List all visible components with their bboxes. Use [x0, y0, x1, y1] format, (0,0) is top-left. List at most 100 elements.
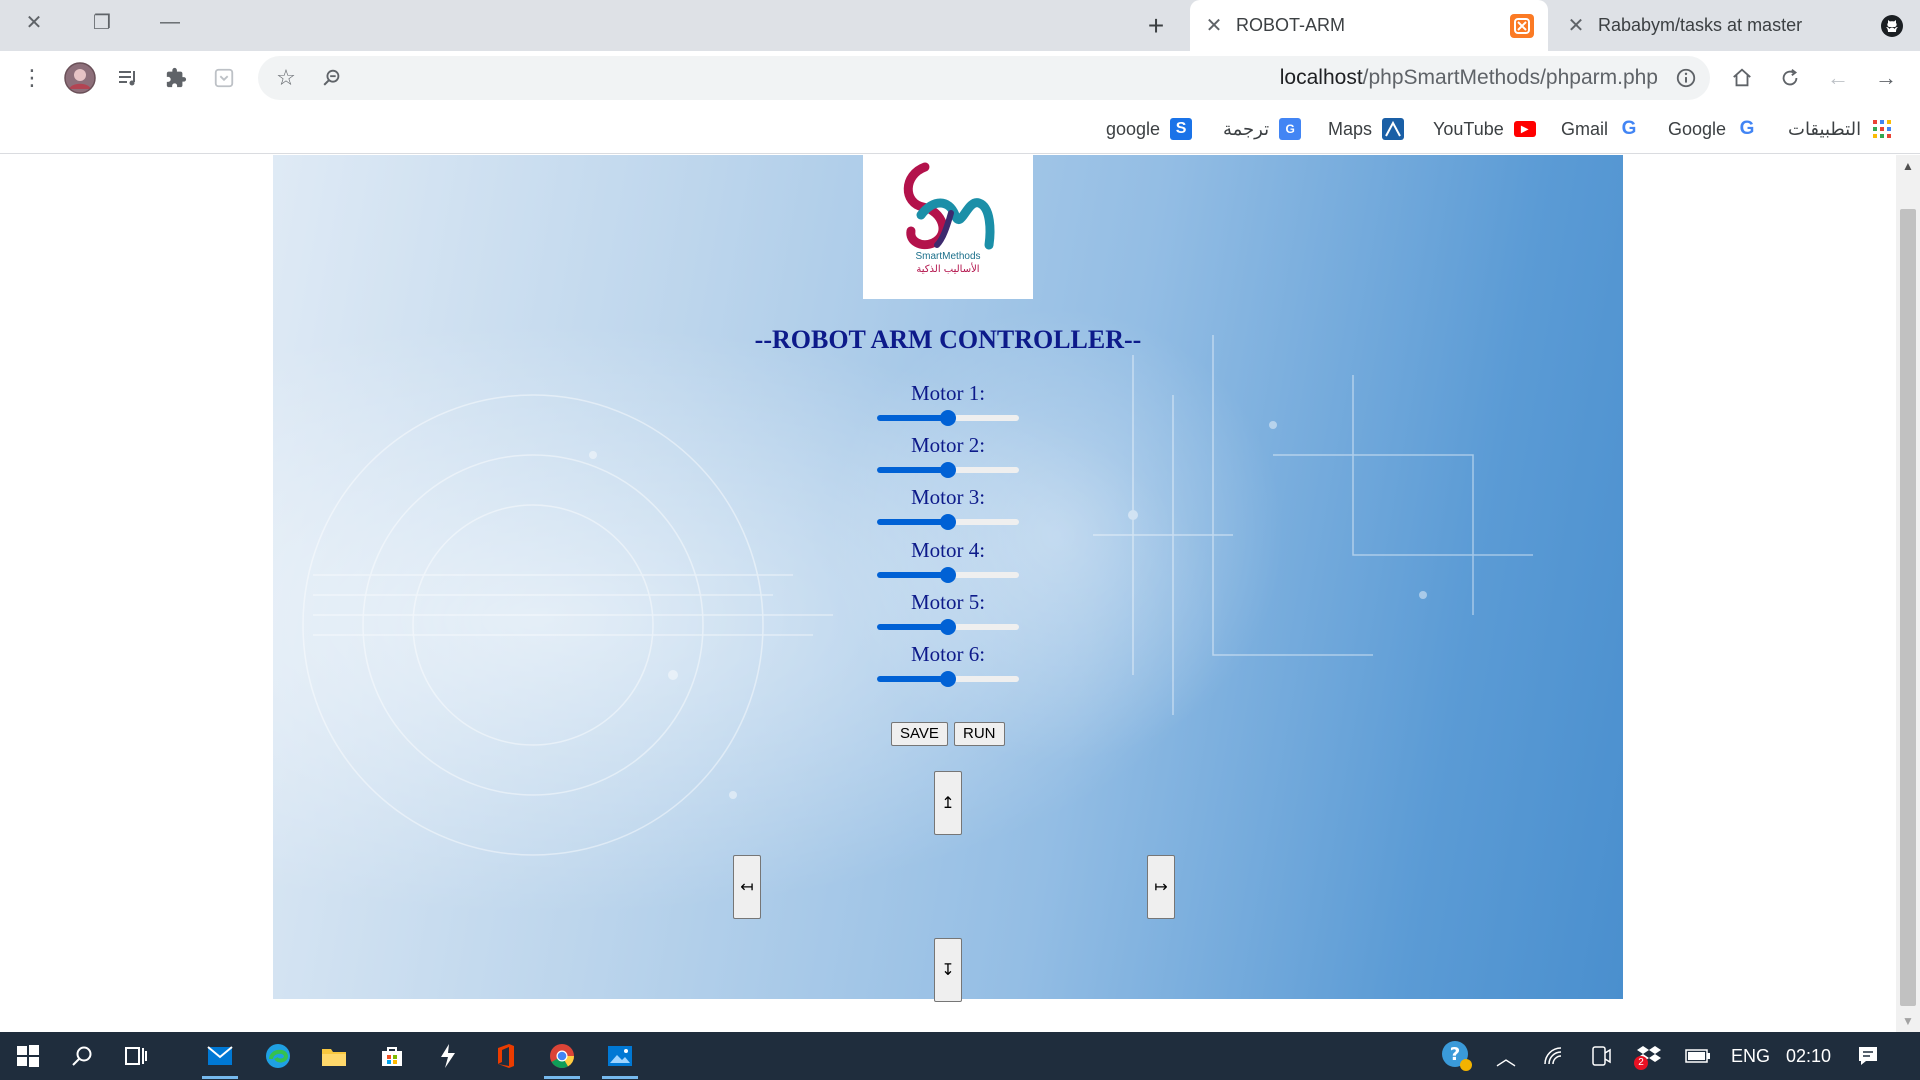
- meet-now-icon[interactable]: [1590, 1032, 1612, 1080]
- url-path: /phpSmartMethods/phparm.php: [1362, 66, 1658, 89]
- dropbox-icon[interactable]: 2: [1634, 1032, 1662, 1080]
- lightning-app-icon[interactable]: [424, 1038, 472, 1074]
- bookmark-apps[interactable]: التطبيقات: [1788, 115, 1893, 143]
- new-tab-button[interactable]: +: [1138, 8, 1174, 44]
- page-viewport: SmartMethods الأساليب الذكية --ROBOT ARM…: [0, 155, 1896, 1032]
- office-icon[interactable]: [482, 1038, 530, 1074]
- help-icon[interactable]: ?: [1440, 1032, 1474, 1080]
- motor-slider[interactable]: [877, 461, 1019, 479]
- github-icon: [1880, 14, 1904, 38]
- motor-label: Motor 6:: [910, 642, 986, 666]
- tab-strip: ✕ ❐ — + ✕ ROBOT-ARM ✕ Rababym/tasks at m…: [0, 0, 1920, 51]
- xampp-icon: [1510, 13, 1534, 38]
- url-text: localhost/phpSmartMethods/phparm.php: [1280, 66, 1658, 90]
- translate-icon: G: [1279, 118, 1302, 140]
- motor-label: Motor 4:: [910, 538, 986, 562]
- maps-icon: [1382, 118, 1405, 140]
- motor-slider[interactable]: [877, 513, 1019, 531]
- google-icon: G: [1621, 118, 1637, 139]
- s-icon: S: [1170, 118, 1193, 140]
- reload-icon[interactable]: [1772, 60, 1808, 96]
- bookmark-label: Google: [1668, 118, 1727, 139]
- site-info-icon[interactable]: [1668, 60, 1704, 96]
- plus-icon: +: [1147, 10, 1165, 41]
- task-view-icon[interactable]: [112, 1038, 160, 1074]
- language-indicator[interactable]: ENG: [1731, 1032, 1770, 1080]
- bookmark-translate[interactable]: ترجمة G: [1223, 115, 1302, 143]
- bookmark-label: التطبيقات: [1788, 118, 1862, 139]
- arrow-down-icon: ↧: [941, 962, 955, 979]
- kebab-menu-icon[interactable]: ⋮: [14, 60, 50, 96]
- store-icon[interactable]: [368, 1038, 416, 1074]
- tab-github[interactable]: ✕ Rababym/tasks at master: [1552, 0, 1920, 51]
- home-icon[interactable]: [1724, 60, 1760, 96]
- scrollbar-thumb[interactable]: [1900, 209, 1916, 1006]
- page-title: --ROBOT ARM CONTROLLER--: [754, 325, 1142, 354]
- arrow-down-button[interactable]: ↧: [934, 938, 962, 1002]
- url-host: localhost: [1279, 66, 1363, 89]
- window-restore-button[interactable]: ❐: [72, 4, 132, 40]
- window-minimize-button[interactable]: —: [140, 4, 200, 40]
- battery-icon[interactable]: [1685, 1032, 1711, 1080]
- notifications-icon[interactable]: [1856, 1032, 1880, 1080]
- restore-icon: ❐: [93, 11, 111, 34]
- pocket-icon[interactable]: [206, 60, 242, 96]
- controller-panel: SmartMethods الأساليب الذكية --ROBOT ARM…: [273, 155, 1623, 999]
- close-icon: ✕: [25, 11, 43, 34]
- bookmark-star-icon[interactable]: ☆: [268, 60, 304, 96]
- motor-slider[interactable]: [877, 618, 1019, 636]
- windows-taskbar: ? ︿ 2 ENG 02:10: [0, 1032, 1920, 1080]
- back-arrow-icon[interactable]: ←: [1820, 60, 1856, 96]
- arrow-left-button[interactable]: ↤: [733, 855, 761, 919]
- arrow-up-icon: ↥: [941, 795, 955, 812]
- bookmark-google[interactable]: Google G: [1668, 115, 1758, 143]
- smartmethods-logo: SmartMethods الأساليب الذكية: [863, 155, 1033, 299]
- avatar[interactable]: [62, 60, 98, 96]
- motor-slider[interactable]: [877, 409, 1019, 427]
- wifi-icon[interactable]: [1543, 1032, 1565, 1080]
- search-zoom-icon[interactable]: [314, 60, 350, 96]
- window-close-button[interactable]: ✕: [4, 4, 64, 40]
- bookmark-google-s[interactable]: google S: [1106, 115, 1193, 143]
- arrow-up-button[interactable]: ↥: [934, 771, 962, 835]
- tab-close-icon[interactable]: ✕: [1200, 13, 1228, 38]
- arrow-right-button[interactable]: ↦: [1147, 855, 1175, 919]
- chrome-icon[interactable]: [538, 1038, 586, 1079]
- bookmarks-bar: التطبيقات Google G Gmail G YouTube ▶ Map…: [0, 105, 1920, 154]
- mail-icon[interactable]: [196, 1038, 244, 1079]
- tray-chevron-icon[interactable]: ︿: [1496, 1032, 1516, 1080]
- photos-icon[interactable]: [596, 1038, 644, 1079]
- page-scrollbar[interactable]: ▲ ▼: [1896, 155, 1920, 1032]
- tab-close-icon[interactable]: ✕: [1562, 13, 1590, 38]
- minimize-icon: —: [160, 10, 180, 33]
- motor-slider[interactable]: [877, 670, 1019, 688]
- address-bar[interactable]: ☆ localhost/phpSmartMethods/phparm.php: [258, 56, 1710, 100]
- logo-text-ar: الأساليب الذكية: [916, 264, 980, 275]
- notification-badge: 2: [1634, 1056, 1648, 1070]
- bookmark-youtube[interactable]: YouTube ▶: [1433, 115, 1536, 143]
- save-button[interactable]: SAVE: [891, 722, 948, 746]
- extensions-puzzle-icon[interactable]: [158, 60, 194, 96]
- motor-1-control: Motor 1:: [863, 381, 1033, 427]
- windows-start-icon[interactable]: [4, 1038, 52, 1074]
- bookmark-maps[interactable]: Maps: [1328, 115, 1405, 143]
- browser-toolbar: ⋮ ☆ localhost/phpSmartMethods/phparm.php…: [0, 51, 1920, 105]
- media-queue-icon[interactable]: [110, 60, 146, 96]
- forward-arrow-icon[interactable]: →: [1868, 60, 1904, 96]
- clock[interactable]: 02:10: [1786, 1032, 1831, 1080]
- arrow-left-icon: ↤: [740, 879, 754, 896]
- tab-title: Rababym/tasks at master: [1598, 15, 1803, 35]
- scroll-up-icon[interactable]: ▲: [1902, 159, 1914, 173]
- search-icon[interactable]: [58, 1038, 106, 1074]
- run-button[interactable]: RUN: [954, 722, 1005, 746]
- bookmark-label: google: [1106, 118, 1161, 139]
- edge-icon[interactable]: [254, 1038, 302, 1074]
- bookmark-gmail[interactable]: Gmail G: [1561, 115, 1640, 143]
- scroll-down-icon[interactable]: ▼: [1902, 1014, 1914, 1028]
- motor-slider[interactable]: [877, 566, 1019, 584]
- motor-label: Motor 2:: [910, 433, 986, 457]
- motor-label: Motor 3:: [910, 485, 986, 509]
- file-explorer-icon[interactable]: [310, 1038, 358, 1074]
- youtube-icon: ▶: [1513, 121, 1536, 137]
- tab-robot-arm[interactable]: ✕ ROBOT-ARM: [1190, 0, 1548, 51]
